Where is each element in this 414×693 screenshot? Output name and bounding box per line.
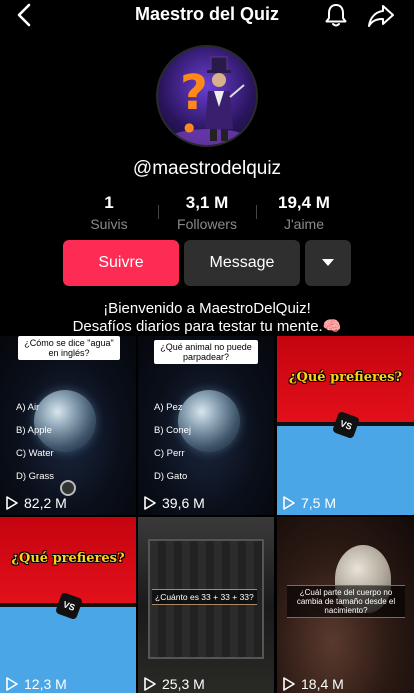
video-question: ¿Cómo se dice "agua" en inglés? (18, 336, 120, 360)
stat-likes-label: J'aime (283, 216, 325, 232)
view-count-text: 25,3 M (162, 676, 205, 692)
answer-option: C) Perr (154, 448, 185, 459)
video-question: ¿Cuál parte del cuerpo no cambia de tama… (287, 585, 405, 618)
timer-icon (60, 480, 76, 496)
more-options-button[interactable] (305, 240, 351, 286)
answer-option: C) Water (16, 448, 54, 459)
video-question: ¿Qué animal no puede parpadear? (154, 340, 258, 364)
view-count: 39,6 M (144, 495, 205, 511)
video-tile[interactable]: ¿Cuánto es 33 + 33 + 33? 25,3 M (138, 517, 274, 693)
view-count-text: 7,5 M (301, 495, 337, 511)
video-tile[interactable]: ¿Qué prefieres? VS 7,5 M (277, 336, 414, 515)
video-headline: ¿Qué prefieres? (11, 551, 125, 566)
view-count: 82,2 M (6, 495, 67, 511)
view-count: 12,3 M (6, 676, 67, 692)
bell-icon[interactable] (322, 1, 350, 29)
view-count: 18,4 M (283, 676, 344, 692)
stat-followers-label: Followers (177, 216, 237, 232)
answer-options: A) Air B) Apple C) Water D) Grass (16, 396, 54, 488)
answer-option: B) Apple (16, 425, 52, 436)
video-tile[interactable]: ¿Cómo se dice "agua" en inglés? A) Air B… (0, 336, 136, 515)
play-icon (283, 677, 295, 691)
avatar-illustration: ? ● (169, 56, 249, 145)
message-button[interactable]: Message (184, 240, 300, 286)
play-icon (144, 677, 156, 691)
video-tile[interactable]: ¿Cuál parte del cuerpo no cambia de tama… (277, 517, 414, 693)
video-tile[interactable]: ¿Qué prefieres? VS 12,3 M (0, 517, 136, 693)
stat-likes[interactable]: 19,4 M J'aime (254, 193, 354, 232)
stat-likes-value: 19,4 M (278, 193, 330, 212)
view-count-text: 82,2 M (24, 495, 67, 511)
play-icon (6, 496, 18, 510)
answer-option: D) Grass (16, 471, 54, 482)
answer-option: B) Conej (154, 425, 191, 436)
profile-actions: Suivre Message (0, 240, 414, 286)
stat-divider (256, 205, 257, 219)
bio: ¡Bienvenido a MaestroDelQuiz! Desafíos d… (0, 300, 414, 336)
bio-line-1: ¡Bienvenido a MaestroDelQuiz! (103, 300, 311, 317)
follow-button[interactable]: Suivre (63, 240, 179, 286)
page-title: Maestro del Quiz (134, 4, 280, 24)
play-icon (283, 496, 295, 510)
answer-option: D) Gato (154, 471, 188, 482)
play-icon (144, 496, 156, 510)
stat-followers-value: 3,1 M (185, 193, 229, 212)
stat-following[interactable]: 1 Suivis (59, 193, 159, 232)
answer-options: A) Pez B) Conej C) Perr D) Gato (154, 396, 191, 488)
play-icon (6, 677, 18, 691)
stat-divider (158, 205, 159, 219)
answer-option: A) Air (16, 402, 40, 413)
share-icon[interactable] (366, 1, 396, 29)
video-grid: ¿Cómo se dice "agua" en inglés? A) Air B… (0, 336, 414, 693)
avatar[interactable]: ? ● (156, 45, 258, 147)
profile-stats: 1 Suivis 3,1 M Followers 19,4 M J'aime (0, 193, 414, 233)
view-count-text: 18,4 M (301, 676, 344, 692)
answer-option: A) Pez (154, 402, 183, 413)
top-bar: Maestro del Quiz (0, 0, 414, 30)
view-count-text: 39,6 M (162, 495, 205, 511)
video-headline: ¿Qué prefieres? (288, 370, 403, 385)
video-question: ¿Cuánto es 33 + 33 + 33? (152, 589, 257, 605)
stat-following-value: 1 (104, 193, 114, 212)
svg-text:?: ? (180, 65, 208, 121)
stat-following-label: Suivis (90, 216, 128, 232)
view-count: 7,5 M (283, 495, 336, 511)
stat-followers[interactable]: 3,1 M Followers (157, 193, 257, 232)
svg-text:●: ● (184, 120, 194, 134)
caret-down-icon (322, 259, 334, 266)
view-count-text: 12,3 M (24, 676, 67, 692)
video-tile[interactable]: ¿Qué animal no puede parpadear? A) Pez B… (138, 336, 274, 515)
bio-line-2: Desafíos diarios para testar tu mente.🧠 (72, 318, 342, 335)
username: @maestrodelquiz (132, 158, 282, 179)
view-count: 25,3 M (144, 676, 205, 692)
